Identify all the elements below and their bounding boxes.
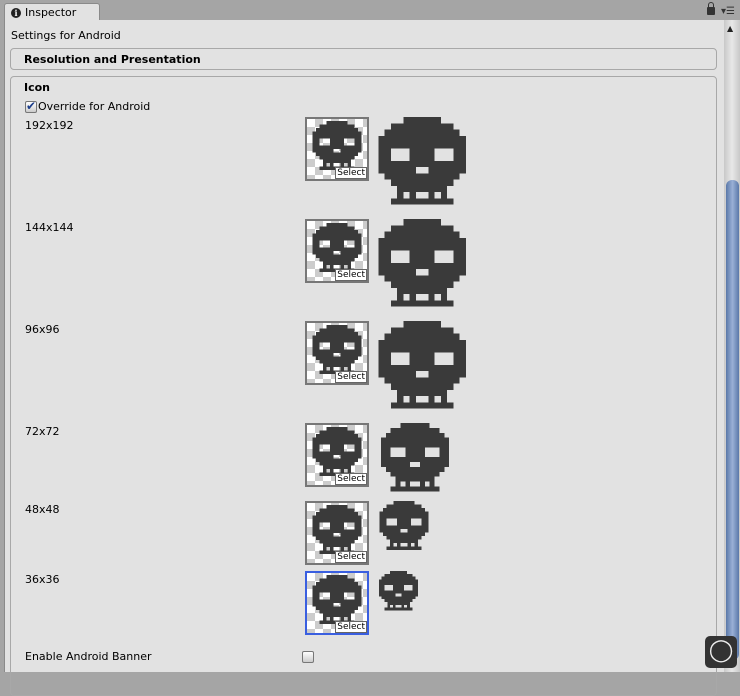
override-checkbox[interactable] [25,99,37,113]
scroll-up-icon[interactable]: ▲ [727,24,733,33]
icon-slot[interactable]: Select [305,117,369,181]
settings-title: Settings for Android [11,29,121,42]
select-button[interactable]: Select [335,551,367,563]
banner-label: Enable Android Banner [25,650,152,663]
lock-icon[interactable] [707,2,715,15]
skull-icon-preview [372,117,472,217]
skull-icon-preview [376,423,454,501]
icon-size-label: 192x192 [25,119,74,132]
scrollbar[interactable]: ▲ [724,20,740,672]
banner-checkbox[interactable] [302,651,314,663]
scrollbar-thumb[interactable] [726,180,739,660]
section-resolution-presentation[interactable]: Resolution and Presentation [10,48,717,70]
sync-icon[interactable]: ◯ [705,636,737,668]
icon-size-label: 36x36 [25,573,60,586]
skull-icon-preview [372,321,472,421]
tab-label: Inspector [25,6,77,19]
tab-bar: i Inspector ▾☰ [0,0,740,21]
icon-slot[interactable]: Select [305,219,369,283]
icon-slot[interactable]: Select [305,571,369,635]
select-button[interactable]: Select [335,167,367,179]
icon-slot[interactable]: Select [305,423,369,487]
select-button[interactable]: Select [335,621,367,633]
icon-slot[interactable]: Select [305,321,369,385]
override-label: Override for Android [38,100,151,113]
select-button[interactable]: Select [335,473,367,485]
icon-heading: Icon [24,81,51,94]
info-icon: i [11,7,21,18]
skull-icon-preview [372,219,472,319]
menu-icon[interactable]: ▾☰ [721,7,735,17]
select-button[interactable]: Select [335,269,367,281]
icon-slot[interactable]: Select [305,501,369,565]
icon-size-label: 48x48 [25,503,60,516]
skull-icon-preview [376,571,421,616]
tab-inspector[interactable]: i Inspector [4,3,100,21]
skull-icon-preview [376,501,432,557]
icon-size-label: 72x72 [25,425,60,438]
select-button[interactable]: Select [335,371,367,383]
icon-size-label: 144x144 [25,221,74,234]
icon-size-label: 96x96 [25,323,60,336]
